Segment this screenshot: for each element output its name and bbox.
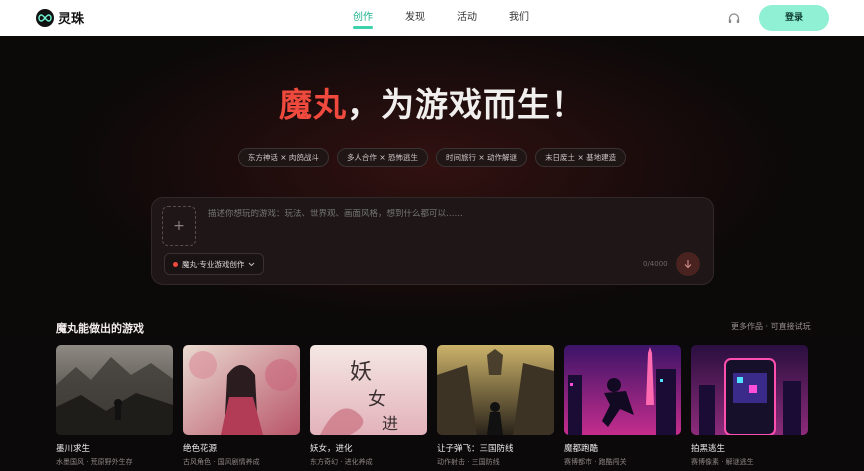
game-subtitle: 动作射击 · 三国防线 (437, 458, 500, 466)
suggestion-chip[interactable]: 多人合作 × 恐怖逃生 (336, 148, 428, 167)
svg-text:女: 女 (368, 389, 386, 410)
nav-discover[interactable]: 发现 (396, 0, 434, 36)
game-subtitle: 赛博像素 · 解谜逃生 (691, 458, 754, 466)
game-card[interactable]: 魔都跑酷 赛博都市 · 跑酷闯关 (564, 345, 681, 467)
game-card[interactable]: 让子弹飞：三国防线 动作射击 · 三国防线 (437, 345, 554, 467)
main-nav: 创作 发现 活动 我们 (344, 0, 552, 36)
game-card[interactable]: 妖 女 进 妖女，进化 东方奇幻 · 进化养成 (310, 345, 427, 467)
showcase-title: 魔丸能做出的游戏 (56, 322, 144, 335)
upload-image-button[interactable]: + (162, 206, 196, 246)
game-thumbnail (56, 345, 173, 435)
game-thumbnail (183, 345, 300, 435)
game-thumbnail (437, 345, 554, 435)
nav-events[interactable]: 活动 (448, 0, 486, 36)
game-title: 拍黑逃生 (691, 444, 726, 454)
game-subtitle: 水墨国风 · 荒原野外生存 (56, 458, 133, 466)
chevron-down-icon (249, 262, 255, 266)
game-thumbnail (564, 345, 681, 435)
suggestion-chip[interactable]: 末日废土 × 基地建造 (535, 148, 627, 167)
game-card[interactable]: 拍黑逃生 赛博像素 · 解谜逃生 (691, 345, 808, 467)
logo-text: 灵珠 (58, 12, 85, 27)
top-header: 灵珠 创作 发现 活动 我们 登录 (0, 0, 864, 36)
infinity-logo-icon (36, 8, 54, 27)
nav-create[interactable]: 创作 (344, 0, 382, 36)
game-title: 魔都跑酷 (564, 444, 599, 454)
showcase-more-link[interactable]: 更多作品 · 可直接试玩 (731, 321, 811, 332)
headset-icon[interactable] (727, 11, 741, 25)
mode-selector[interactable]: 魔丸·专业游戏创作 (164, 253, 265, 275)
mode-dot-icon (173, 261, 178, 267)
game-subtitle: 赛博都市 · 跑酷闯关 (564, 458, 627, 466)
login-button[interactable]: 登录 (759, 5, 829, 31)
logo[interactable]: 灵珠 (36, 8, 84, 27)
suggestion-chips: 东方神话 × 肉鸽战斗 多人合作 × 恐怖逃生 时间旅行 × 动作解谜 末日废土… (0, 148, 864, 167)
suggestion-chip[interactable]: 时间旅行 × 动作解谜 (436, 148, 528, 167)
game-title: 绝色花源 (183, 444, 218, 454)
page-title: 魔丸，为游戏而生！ (0, 78, 864, 126)
game-title: 墨川求生 (56, 444, 91, 454)
game-title: 让子弹飞：三国防线 (437, 444, 514, 454)
send-button[interactable] (676, 252, 700, 276)
game-title: 妖女，进化 (310, 444, 353, 454)
game-thumbnail: 妖 女 进 (310, 345, 427, 435)
game-subtitle: 东方奇幻 · 进化养成 (310, 458, 373, 466)
svg-text:妖: 妖 (350, 360, 372, 385)
prompt-composer: + 魔丸·专业游戏创作 0/4000 (151, 197, 714, 285)
svg-text:进: 进 (382, 414, 398, 433)
mode-label: 魔丸·专业游戏创作 (182, 259, 245, 269)
headline-accent: 魔丸 (279, 85, 347, 124)
prompt-input[interactable] (208, 209, 648, 219)
nav-about[interactable]: 我们 (500, 0, 538, 36)
game-card[interactable]: 墨川求生 水墨国风 · 荒原野外生存 (56, 345, 173, 467)
game-card[interactable]: 绝色花源 古风角色 · 国风剧情养成 (183, 345, 300, 467)
headline-rest: ，为游戏而生！ (347, 85, 585, 124)
game-subtitle: 古风角色 · 国风剧情养成 (183, 458, 260, 466)
suggestion-chip[interactable]: 东方神话 × 肉鸽战斗 (237, 148, 329, 167)
game-thumbnail (691, 345, 808, 435)
arrow-down-icon (684, 260, 692, 269)
char-counter: 0/4000 (643, 260, 668, 268)
